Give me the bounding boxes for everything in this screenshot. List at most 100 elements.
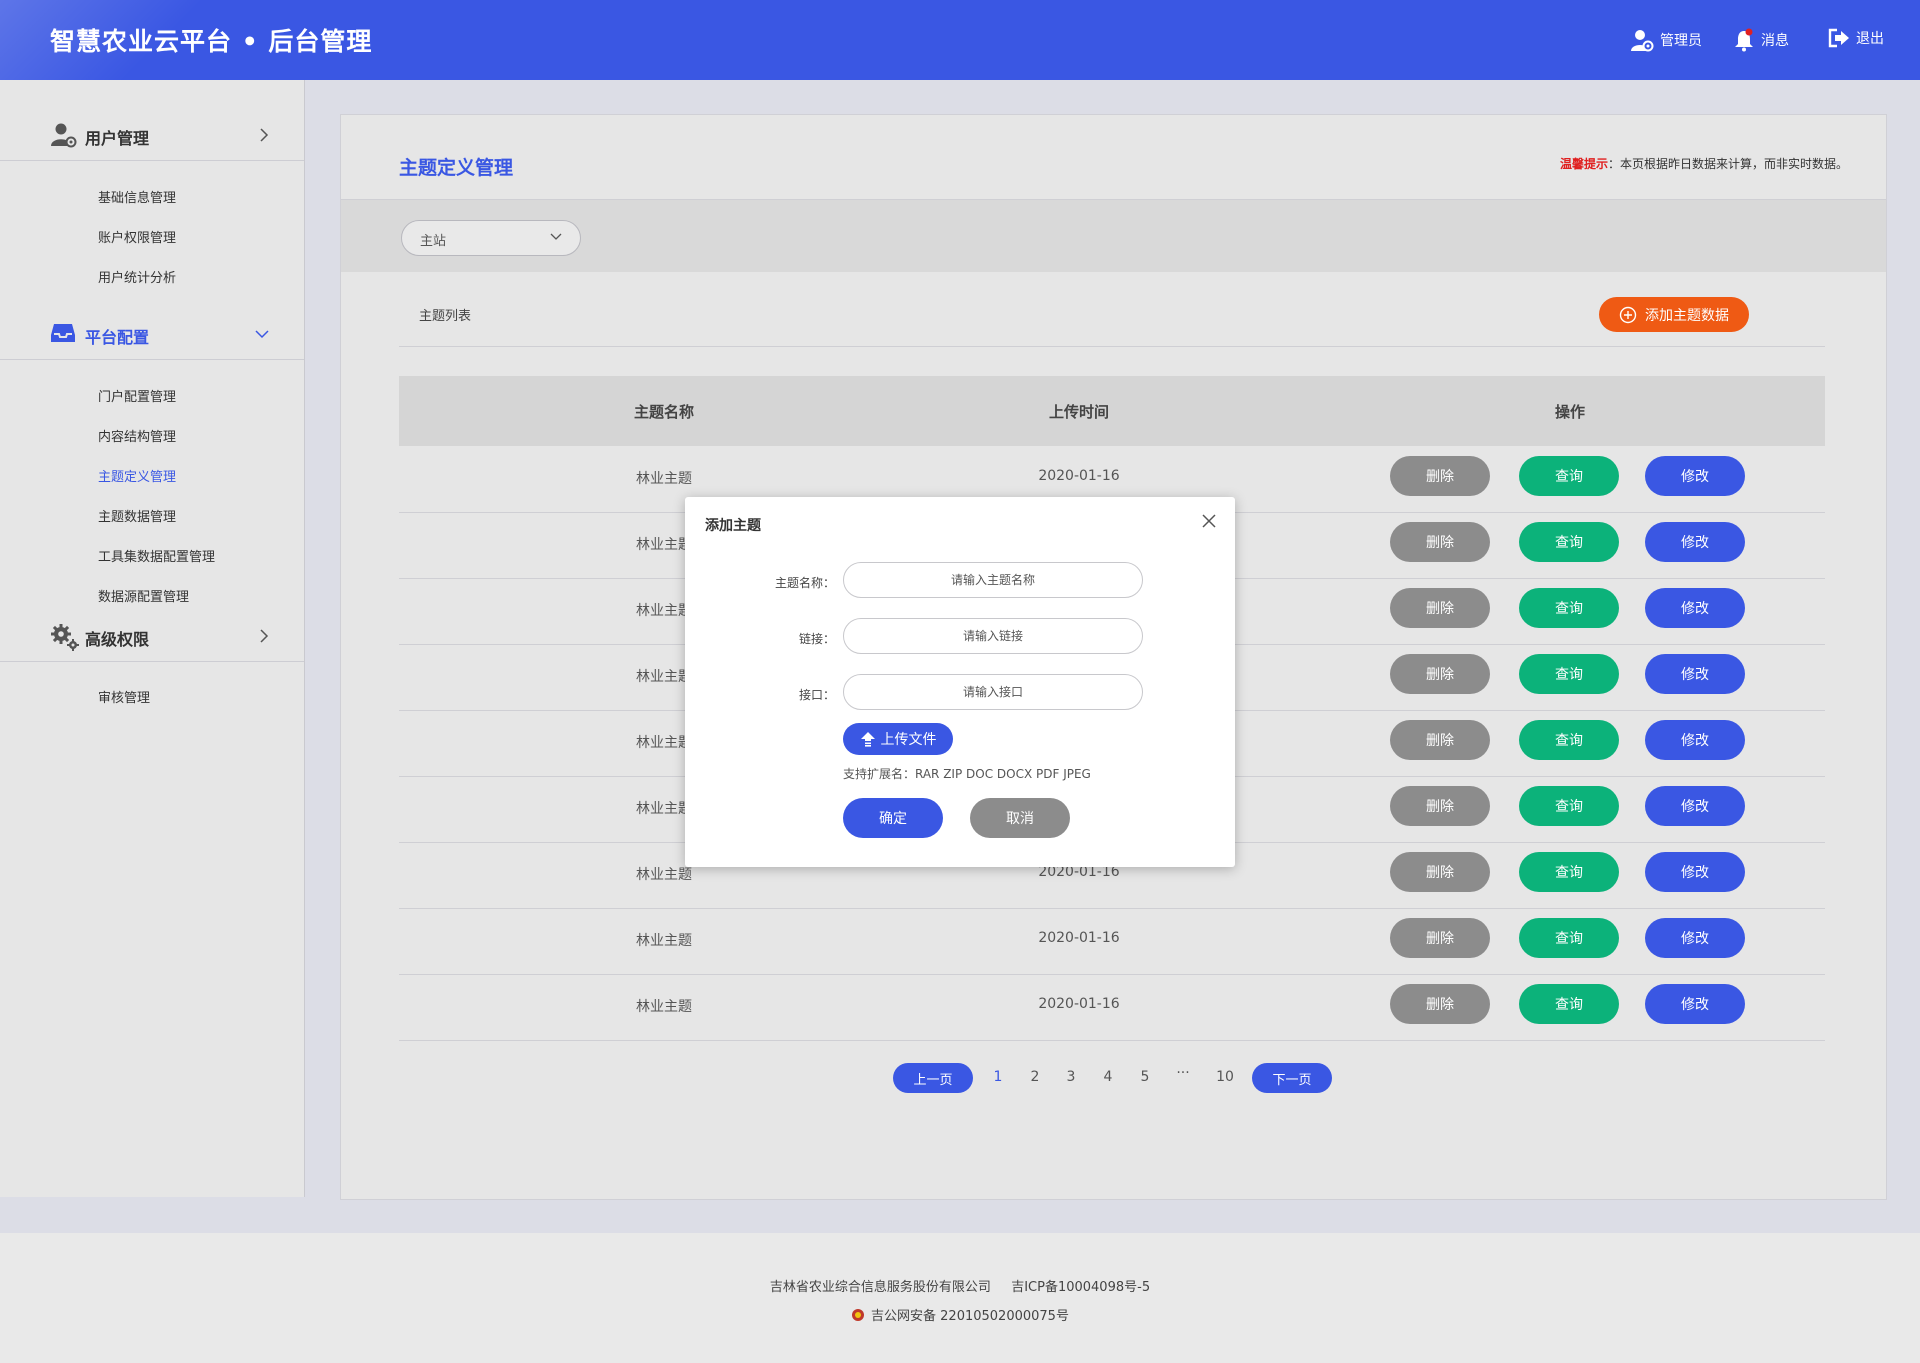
query-button[interactable]: 查询: [1519, 522, 1619, 562]
column-header-time: 上传时间: [1048, 403, 1110, 421]
delete-button[interactable]: 删除: [1390, 918, 1490, 958]
admin-menu[interactable]: 管理员: [1630, 28, 1702, 52]
list-label: 主题列表: [419, 309, 472, 324]
table-row: 林业主题 2020-01-16 删除查询修改: [399, 908, 1825, 975]
sidebar-item-datasource-config[interactable]: 数据源配置管理: [98, 586, 189, 605]
confirm-button[interactable]: 确定: [843, 798, 943, 838]
add-theme-data-label: 添加主题数据: [1645, 307, 1729, 324]
query-button[interactable]: 查询: [1519, 918, 1619, 958]
footer-police[interactable]: 吉公网安备 22010502000075号: [871, 1305, 1069, 1324]
page-3[interactable]: 3: [1067, 1069, 1076, 1085]
site-select[interactable]: 主站: [401, 220, 581, 256]
query-button[interactable]: 查询: [1519, 654, 1619, 694]
gears-icon: [51, 624, 79, 651]
edit-button[interactable]: 修改: [1645, 918, 1745, 958]
sidebar-section-label: 用户管理: [85, 129, 150, 148]
cancel-button[interactable]: 取消: [970, 798, 1070, 838]
sidebar: 用户管理 基础信息管理 账户权限管理 用户统计分析 平台配置 门户配置管理 内容…: [0, 80, 305, 1197]
edit-button[interactable]: 修改: [1645, 786, 1745, 826]
sidebar-item-portal-config[interactable]: 门户配置管理: [98, 386, 176, 405]
column-header-actions: 操作: [1554, 403, 1586, 421]
page-5[interactable]: 5: [1141, 1069, 1150, 1085]
theme-name-cell: 林业主题: [636, 603, 692, 619]
upload-file-button[interactable]: 上传文件: [843, 723, 953, 755]
table-row: 林业主题 2020-01-16 删除查询修改: [399, 974, 1825, 1041]
theme-name-cell: 林业主题: [636, 999, 692, 1015]
edit-button[interactable]: 修改: [1645, 654, 1745, 694]
upload-time-cell: 2020-01-16: [1038, 996, 1120, 1012]
theme-name-label: 主题名称：: [774, 576, 835, 590]
page-1[interactable]: 1: [994, 1069, 1003, 1085]
interface-input[interactable]: [843, 674, 1143, 710]
column-header-name: 主题名称: [633, 403, 695, 421]
inbox-tray-icon: [51, 324, 75, 342]
theme-name-cell: 林业主题: [636, 801, 692, 817]
sidebar-section-label: 平台配置: [85, 328, 150, 347]
page-2[interactable]: 2: [1031, 1069, 1040, 1085]
chevron-right-icon: [260, 128, 269, 142]
theme-name-cell: 林业主题: [636, 933, 692, 949]
sidebar-item-theme-data[interactable]: 主题数据管理: [98, 506, 176, 525]
warm-tip: 温馨提示：本页根据昨日数据来计算，而非实时数据。: [1560, 155, 1848, 172]
app-title: 智慧农业云平台 • 后台管理: [50, 27, 373, 56]
link-input[interactable]: [843, 618, 1143, 654]
sidebar-item-audit-management[interactable]: 审核管理: [98, 687, 150, 706]
sidebar-item-basic-info[interactable]: 基础信息管理: [98, 187, 176, 206]
footer-icp[interactable]: 吉ICP备10004098号-5: [1011, 1280, 1150, 1295]
messages-menu[interactable]: 消息: [1733, 28, 1789, 52]
sidebar-item-toolset-data-config[interactable]: 工具集数据配置管理: [98, 546, 215, 565]
delete-button[interactable]: 删除: [1390, 984, 1490, 1024]
edit-button[interactable]: 修改: [1645, 588, 1745, 628]
delete-button[interactable]: 删除: [1390, 720, 1490, 760]
chevron-down-icon: [255, 330, 269, 339]
query-button[interactable]: 查询: [1519, 588, 1619, 628]
theme-name-input[interactable]: [843, 562, 1143, 598]
query-button[interactable]: 查询: [1519, 852, 1619, 892]
delete-button[interactable]: 删除: [1390, 456, 1490, 496]
sidebar-item-content-structure[interactable]: 内容结构管理: [98, 426, 176, 445]
query-button[interactable]: 查询: [1519, 456, 1619, 496]
admin-label: 管理员: [1660, 33, 1702, 49]
delete-button[interactable]: 删除: [1390, 654, 1490, 694]
chevron-right-icon: [260, 629, 269, 643]
bell-icon: [1735, 28, 1753, 52]
query-button[interactable]: 查询: [1519, 720, 1619, 760]
add-theme-data-button[interactable]: 添加主题数据: [1599, 297, 1749, 332]
delete-button[interactable]: 删除: [1390, 786, 1490, 826]
theme-name-cell: 林业主题: [636, 471, 692, 487]
dialog-title: 添加主题: [705, 518, 761, 534]
sidebar-section-platform-config[interactable]: 平台配置: [0, 311, 304, 360]
delete-button[interactable]: 删除: [1390, 522, 1490, 562]
sidebar-section-label: 高级权限: [85, 630, 150, 649]
delete-button[interactable]: 删除: [1390, 852, 1490, 892]
sidebar-item-account-permissions[interactable]: 账户权限管理: [98, 227, 176, 246]
upload-time-cell: 2020-01-16: [1038, 930, 1120, 946]
interface-label: 接口：: [798, 688, 835, 702]
delete-button[interactable]: 删除: [1390, 588, 1490, 628]
messages-label: 消息: [1761, 33, 1789, 49]
sidebar-section-advanced-permissions[interactable]: 高级权限: [0, 613, 304, 662]
logout-button[interactable]: 退出: [1828, 28, 1884, 48]
edit-button[interactable]: 修改: [1645, 456, 1745, 496]
close-icon[interactable]: [1201, 513, 1217, 529]
user-gear-icon: [51, 123, 77, 148]
query-button[interactable]: 查询: [1519, 984, 1619, 1024]
edit-button[interactable]: 修改: [1645, 852, 1745, 892]
sidebar-item-user-statistics[interactable]: 用户统计分析: [98, 267, 176, 286]
query-button[interactable]: 查询: [1519, 786, 1619, 826]
page-10[interactable]: 10: [1216, 1069, 1234, 1085]
next-page-button[interactable]: 下一页: [1252, 1063, 1332, 1093]
page-ellipsis: ···: [1176, 1065, 1190, 1081]
edit-button[interactable]: 修改: [1645, 522, 1745, 562]
prev-page-button[interactable]: 上一页: [893, 1063, 973, 1093]
footer-company: 吉林省农业综合信息服务股份有限公司: [769, 1280, 991, 1295]
sidebar-item-theme-definition[interactable]: 主题定义管理: [98, 466, 176, 485]
upload-time-cell: 2020-01-16: [1038, 468, 1120, 484]
edit-button[interactable]: 修改: [1645, 984, 1745, 1024]
edit-button[interactable]: 修改: [1645, 720, 1745, 760]
sidebar-section-user-management[interactable]: 用户管理: [0, 112, 304, 161]
theme-name-cell: 林业主题: [636, 537, 692, 553]
upload-file-label: 上传文件: [880, 732, 937, 748]
page-4[interactable]: 4: [1104, 1069, 1113, 1085]
site-select-value: 主站: [420, 234, 447, 249]
